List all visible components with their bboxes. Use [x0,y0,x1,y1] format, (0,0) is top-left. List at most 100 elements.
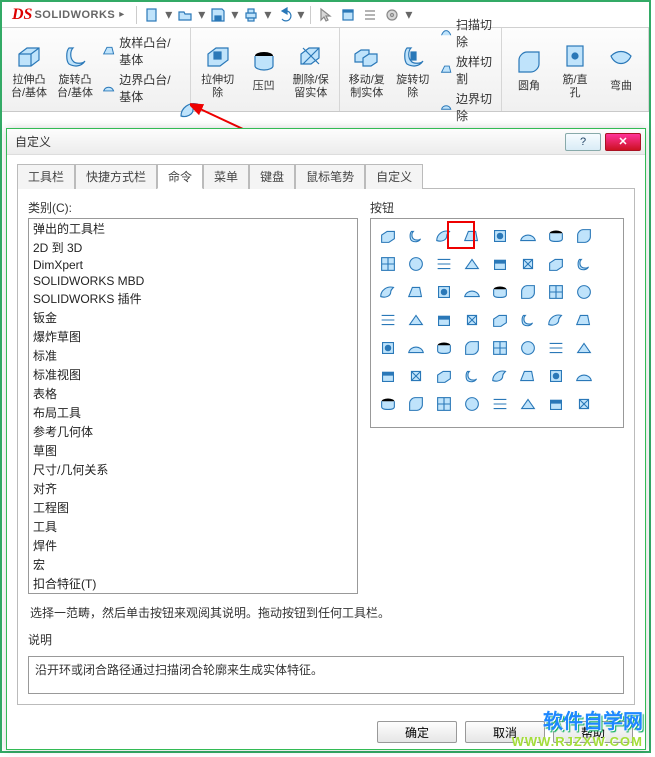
print-icon[interactable] [242,6,260,24]
category-item[interactable]: 块 [29,593,357,594]
open-icon[interactable] [176,6,194,24]
revolved-cut-button[interactable]: 旋转切 除 [392,38,434,100]
ok-button[interactable]: 确定 [377,721,457,743]
feature-icon[interactable] [517,225,539,247]
feature-icon[interactable] [377,393,399,415]
category-item[interactable]: 标准视图 [29,365,357,384]
feature-icon[interactable] [545,393,567,415]
feature-icon[interactable] [573,281,595,303]
lofted-boss-button[interactable]: 放样凸台/基体 [100,33,184,69]
category-item[interactable]: 弹出的工具栏 [29,219,357,238]
feature-icon[interactable] [545,225,567,247]
boundary-boss-button[interactable]: 边界凸台/基体 [100,70,184,106]
new-dropdown[interactable]: ▾ [165,6,172,23]
feature-icon[interactable] [489,309,511,331]
lofted-cut-button[interactable]: 放样切割 [438,52,495,88]
tab-keyboard[interactable]: 键盘 [249,164,295,189]
options-icon[interactable] [383,6,401,24]
cancel-button[interactable]: 取消 [465,721,545,743]
delete-keep-body-button[interactable]: 删除/保 留实体 [289,38,333,100]
revolved-boss-button[interactable]: 旋转凸 台/基体 [54,38,96,100]
help-button[interactable]: 帮助 [553,721,633,743]
feature-icon[interactable] [489,281,511,303]
feature-icon[interactable] [545,337,567,359]
feature-icon[interactable] [377,225,399,247]
feature-icon[interactable] [377,253,399,275]
category-item[interactable]: 布局工具 [29,403,357,422]
tab-commands[interactable]: 命令 [157,164,203,189]
feature-icon[interactable] [489,393,511,415]
category-item[interactable]: 参考几何体 [29,422,357,441]
save-icon[interactable] [209,6,227,24]
feature-icon[interactable] [433,393,455,415]
feature-icon[interactable] [433,337,455,359]
hole-button[interactable]: 压凹 [243,44,285,94]
feature-icon[interactable] [573,253,595,275]
category-item[interactable]: 标准 [29,346,357,365]
feature-icon[interactable] [433,253,455,275]
extruded-boss-button[interactable]: 拉伸凸 台/基体 [8,38,50,100]
move-copy-body-button[interactable]: 移动/复 制实体 [346,38,388,100]
feature-icon[interactable] [517,281,539,303]
undo-dropdown[interactable]: ▾ [297,6,304,23]
undo-icon[interactable] [275,6,293,24]
category-item[interactable]: 表格 [29,384,357,403]
tab-customize[interactable]: 自定义 [365,164,423,189]
feature-icon[interactable] [573,365,595,387]
feature-icon[interactable] [377,281,399,303]
feature-icon[interactable] [573,309,595,331]
feature-icon[interactable] [461,309,483,331]
feature-icon[interactable] [489,337,511,359]
tab-menu[interactable]: 菜单 [203,164,249,189]
feature-icon[interactable] [433,365,455,387]
feature-icon[interactable] [461,225,483,247]
category-item[interactable]: SOLIDWORKS 插件 [29,289,357,308]
feature-icon[interactable] [517,365,539,387]
feature-icon[interactable] [489,365,511,387]
tab-mouse-gestures[interactable]: 鼠标笔势 [295,164,365,189]
category-item[interactable]: 扣合特征(T) [29,574,357,593]
app-logo-menu[interactable]: DS SOLIDWORKS ▸ [6,4,130,26]
options-dropdown[interactable]: ▾ [405,6,412,23]
tab-shortcut-bar[interactable]: 快捷方式栏 [75,164,157,189]
new-icon[interactable] [143,6,161,24]
feature-icon[interactable] [545,309,567,331]
dialog-help-button[interactable]: ? [565,133,601,151]
feature-icon[interactable] [377,309,399,331]
rib-hole-button[interactable]: 筋/直 孔 [554,38,596,100]
feature-icon[interactable] [461,253,483,275]
boundary-cut-button[interactable]: 边界切除 [438,89,495,125]
feature-icon[interactable] [405,309,427,331]
category-item[interactable]: 2D 到 3D [29,238,357,257]
feature-icon[interactable] [405,281,427,303]
category-item[interactable]: 对齐 [29,479,357,498]
rebuild-icon[interactable] [339,6,357,24]
feature-icon[interactable] [489,225,511,247]
extruded-cut-button[interactable]: 拉伸切 除 [197,38,239,100]
category-item[interactable]: DimXpert [29,257,357,273]
print-dropdown[interactable]: ▾ [264,6,271,23]
feature-icon[interactable] [461,281,483,303]
categories-listbox[interactable]: 弹出的工具栏2D 到 3DDimXpertSOLIDWORKS MBDSOLID… [28,218,358,594]
fillet-button[interactable]: 圆角 [508,44,550,94]
feature-icon[interactable] [405,253,427,275]
category-item[interactable]: 爆炸草图 [29,327,357,346]
feature-icon[interactable] [517,309,539,331]
tab-toolbars[interactable]: 工具栏 [17,164,75,189]
feature-icon[interactable] [405,365,427,387]
feature-icon[interactable] [377,365,399,387]
feature-icon[interactable] [489,253,511,275]
dialog-titlebar[interactable]: 自定义 ? ✕ [7,129,645,155]
category-item[interactable]: 宏 [29,555,357,574]
feature-icon[interactable] [573,337,595,359]
feature-icon[interactable] [517,393,539,415]
sweep-feature-icon[interactable] [433,225,455,247]
swept-cut-button[interactable]: 扫描切除 [438,15,495,51]
category-item[interactable]: 工具 [29,517,357,536]
feature-icon[interactable] [405,393,427,415]
feature-icon[interactable] [545,365,567,387]
feature-icon[interactable] [545,253,567,275]
save-dropdown[interactable]: ▾ [231,6,238,23]
category-item[interactable]: 草图 [29,441,357,460]
feature-icon[interactable] [405,225,427,247]
